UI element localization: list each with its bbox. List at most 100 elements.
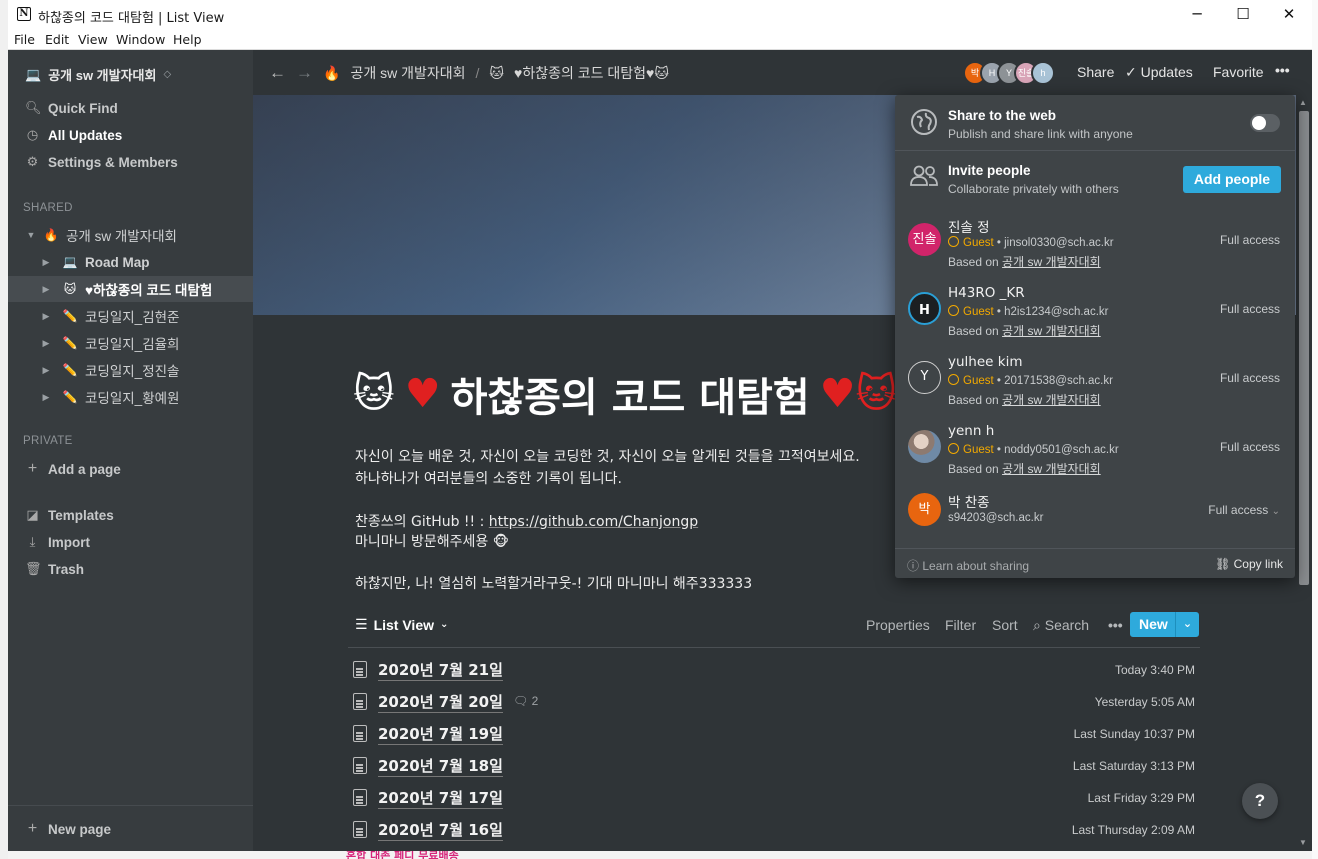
menu-edit[interactable]: Edit [45, 32, 69, 47]
member-email: jinsol0330@sch.ac.kr [1004, 237, 1114, 249]
sidebar-item-workspace-root[interactable]: ▼ 🔥 공개 sw 개발자대회 [8, 222, 253, 248]
settings-members[interactable]: ⚙ Settings & Members [25, 154, 178, 170]
breadcrumb-current-page[interactable]: ♥하찮종의 코드 대탐험♥🐱 [514, 63, 669, 83]
learn-sharing-link[interactable]: ⓘ Learn about sharing [907, 557, 1029, 574]
member-role: Guest [963, 237, 994, 249]
based-on-link[interactable]: 공개 sw 개발자대회 [1002, 255, 1101, 269]
list-item[interactable]: 2020년 7월 17일 Last Friday 3:29 PM [353, 785, 1200, 813]
sidebar-item-log-yulhee[interactable]: ▶ ✏️ 코딩일지_김율희 [8, 330, 253, 356]
new-button[interactable]: New ⌄ [1130, 612, 1199, 637]
expand-right-icon[interactable]: ▶ [40, 365, 52, 376]
expand-right-icon[interactable]: ▶ [40, 311, 52, 322]
sidebar-item-current-page[interactable]: ▶ 🐱 ♥하찮종의 코드 대탐험 [8, 276, 253, 302]
expand-down-icon[interactable]: ▼ [25, 230, 37, 240]
download-icon: ⤓ [29, 534, 36, 549]
more-options-icon[interactable]: ••• [1108, 617, 1123, 633]
share-web-toggle[interactable] [1250, 114, 1280, 132]
import-label: Import [48, 534, 90, 550]
cat-icon: 🐱 [489, 64, 504, 81]
comment-count[interactable]: 🗨 2 [513, 694, 538, 708]
list-view-switcher[interactable]: ☰ List View ⌄ [355, 616, 448, 633]
copy-link-button[interactable]: ⛓ Copy link [1215, 557, 1283, 571]
sort-button[interactable]: Sort [992, 617, 1018, 633]
chevron-down-icon[interactable]: ⌄ [1175, 612, 1199, 637]
list-item[interactable]: 2020년 7월 21일 Today 3:40 PM [353, 657, 1200, 685]
sidebar-item-label: Road Map [85, 254, 150, 270]
quick-find[interactable]: 🔍︎ Quick Find [25, 100, 118, 116]
filter-button[interactable]: Filter [945, 617, 976, 633]
scroll-up-icon[interactable]: ▲ [1299, 98, 1307, 107]
trash-button[interactable]: 🗑︎ Trash [25, 561, 84, 577]
minimize-button[interactable]: ─ [1174, 2, 1220, 26]
trash-icon: 🗑︎ [25, 561, 42, 576]
expand-right-icon[interactable]: ▶ [40, 284, 52, 295]
menu-help[interactable]: Help [173, 32, 202, 47]
people-icon [910, 165, 938, 186]
search-button[interactable]: ⌕ Search [1033, 617, 1089, 634]
close-button[interactable]: ✕ [1266, 2, 1312, 26]
member-name: yulhee kim [948, 354, 1023, 370]
based-on-link[interactable]: 공개 sw 개발자대회 [1002, 393, 1101, 407]
window-title: 하찮종의 코드 대탐험 | List View [38, 11, 225, 26]
scrollbar[interactable]: ▲ ▼ [1296, 95, 1312, 851]
globe-icon [911, 109, 937, 135]
sidebar-item-log-hyunjun[interactable]: ▶ ✏️ 코딩일지_김현준 [8, 303, 253, 329]
page-title-text: 하찮종의 코드 대탐험 [450, 375, 810, 421]
templates-button[interactable]: ◪ Templates [25, 507, 113, 523]
list-item[interactable]: 2020년 7월 20일 🗨 2 Yesterday 5:05 AM [353, 689, 1200, 717]
list-item[interactable]: 2020년 7월 18일 Last Saturday 3:13 PM [353, 753, 1200, 781]
breadcrumb: ← → 🔥 공개 sw 개발자대회 / 🐱 ♥하찮종의 코드 대탐험♥🐱 [269, 63, 669, 83]
back-arrow-icon[interactable]: ← [269, 63, 286, 83]
expand-right-icon[interactable]: ▶ [40, 392, 52, 403]
based-on-link[interactable]: 공개 sw 개발자대회 [1002, 324, 1101, 338]
sidebar-item-log-jinsol[interactable]: ▶ ✏️ 코딩일지_정진솔 [8, 357, 253, 383]
page-title[interactable]: 🐱 ♥ 하찮종의 코드 대탐험 ♥🐱 [353, 365, 897, 423]
collaborator-avatars[interactable]: 박 H Y 진솔 h [963, 61, 1063, 85]
member-email: s94203@sch.ac.kr [948, 512, 1044, 524]
updates-button[interactable]: ✓ Updates [1125, 64, 1193, 81]
member-based-on: Based on 공개 sw 개발자대회 [948, 253, 1101, 270]
desktop-bottom-edge: 혼합 대존 페디 무료배송 [8, 851, 1312, 859]
access-dropdown[interactable]: Full access ⌄ [1208, 503, 1280, 517]
description-line: 하나하나가 여러분들의 소중한 기록이 됩니다. [355, 471, 622, 487]
sidebar-item-roadmap[interactable]: ▶ 💻 Road Map [8, 249, 253, 275]
favorite-button[interactable]: Favorite [1213, 64, 1264, 80]
list-item-time: Last Thursday 2:09 AM [1071, 823, 1195, 837]
heart-icon: ♥ [404, 371, 441, 417]
add-people-button[interactable]: Add people [1183, 166, 1281, 193]
based-on-link[interactable]: 공개 sw 개발자대회 [1002, 462, 1101, 476]
list-item[interactable]: 2020년 7월 16일 Last Thursday 2:09 AM [353, 817, 1200, 845]
sidebar-item-log-yewon[interactable]: ▶ ✏️ 코딩일지_황예원 [8, 384, 253, 410]
add-page-button[interactable]: + Add a page [25, 460, 121, 478]
forward-arrow-icon[interactable]: → [296, 63, 313, 83]
more-options-icon[interactable]: ••• [1275, 62, 1290, 78]
workspace-switcher[interactable]: 💻 공개 sw 개발자대회 ◇ [25, 65, 171, 84]
desktop-peek-text: 혼합 대존 페디 무료배송 [346, 851, 459, 859]
list-item-time: Last Saturday 3:13 PM [1072, 759, 1195, 773]
all-updates[interactable]: ◷ All Updates [25, 127, 122, 143]
title-bar: N 하찮종의 코드 대탐험 | List View ─ ☐ ✕ [8, 0, 1312, 29]
import-button[interactable]: ⤓ Import [25, 534, 90, 550]
document-icon [353, 725, 367, 742]
list-view-toolbar: ☰ List View ⌄ Properties Filter Sort ⌕ S… [348, 612, 1200, 648]
maximize-button[interactable]: ☐ [1220, 2, 1266, 26]
new-page-button[interactable]: + New page [25, 820, 111, 838]
expand-right-icon[interactable]: ▶ [40, 338, 52, 349]
scroll-down-icon[interactable]: ▼ [1299, 838, 1307, 847]
member-row: H H43RO _KR Guest • h2is1234@sch.ac.kr B… [895, 276, 1295, 344]
share-button[interactable]: Share [1077, 64, 1114, 80]
github-link[interactable]: https://github.com/Chanjongp [489, 514, 698, 530]
menu-window[interactable]: Window [116, 32, 165, 47]
scrollbar-thumb[interactable] [1299, 111, 1309, 585]
menu-file[interactable]: File [14, 32, 35, 47]
help-button[interactable]: ? [1242, 783, 1278, 819]
menu-view[interactable]: View [78, 32, 108, 47]
check-icon: ✓ [1125, 64, 1141, 80]
properties-button[interactable]: Properties [866, 617, 930, 633]
list-item[interactable]: 2020년 7월 19일 Last Sunday 10:37 PM [353, 721, 1200, 749]
expand-right-icon[interactable]: ▶ [40, 257, 52, 268]
new-page-label: New page [48, 821, 112, 837]
based-on-prefix: Based on [948, 462, 1003, 476]
pencil-icon: ✏️ [62, 309, 78, 323]
breadcrumb-workspace[interactable]: 공개 sw 개발자대회 [350, 63, 465, 83]
